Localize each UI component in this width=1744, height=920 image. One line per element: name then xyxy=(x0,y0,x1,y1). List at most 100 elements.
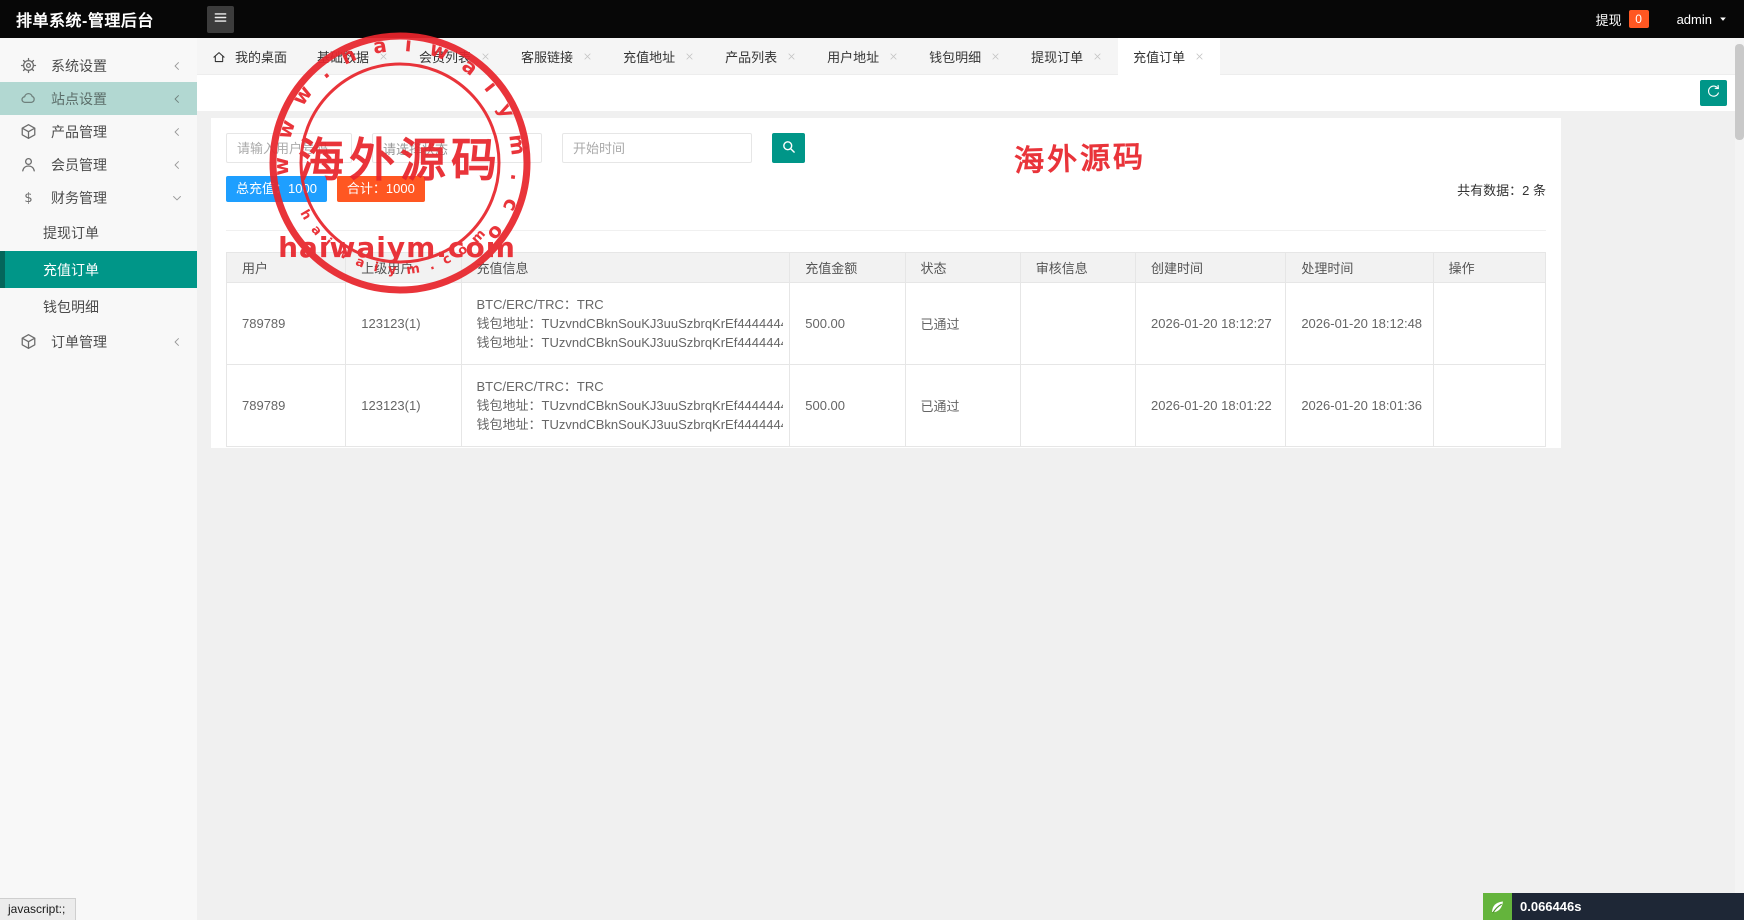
tab-item[interactable]: 客服链接 xyxy=(506,38,608,75)
sidebar-item-label: 会员管理 xyxy=(51,155,171,175)
header-right: 提现 0 admin xyxy=(1596,0,1744,38)
tab-label: 我的桌面 xyxy=(235,47,287,66)
cell-recharge-info: BTC/ERC/TRC：TRC钱包地址：TUzvndCBknSouKJ3uuSz… xyxy=(461,365,790,447)
tab-label: 会员列表 xyxy=(419,47,471,66)
recharge-info-line: BTC/ERC/TRC：TRC xyxy=(477,295,784,314)
recharge-info-line: 钱包地址：TUzvndCBknSouKJ3uuSzbrqKrEf4444444 xyxy=(477,415,784,434)
section-divider xyxy=(226,230,1546,231)
content-card: 请选择状态 总充值：1000 合计：1000 共有数据：2 条 用户上级用户充值… xyxy=(211,118,1561,448)
cell-created-at: 2026-01-20 18:01:22 xyxy=(1136,365,1286,447)
column-header: 充值金额 xyxy=(790,253,905,283)
sidebar-item-label: 站点设置 xyxy=(51,89,171,109)
tab-label: 用户地址 xyxy=(827,47,879,66)
refresh-button[interactable] xyxy=(1700,80,1727,106)
data-count: 共有数据：2 条 xyxy=(1457,180,1546,199)
filter-row: 请选择状态 xyxy=(226,133,1546,163)
cell-action xyxy=(1433,365,1545,447)
sidebar-item[interactable]: 订单管理 xyxy=(0,325,197,358)
toolbar xyxy=(197,75,1744,111)
close-icon[interactable] xyxy=(888,51,899,62)
cell-amount: 500.00 xyxy=(790,365,905,447)
user-menu[interactable]: admin xyxy=(1677,12,1728,27)
close-icon[interactable] xyxy=(378,51,389,62)
tab-bar: 我的桌面基础数据会员列表 客服链接 充值地址产品列表 用户地址 钱包明细提现订单 充值订单 xyxy=(197,38,1744,75)
search-button[interactable] xyxy=(772,133,805,163)
caret-down-icon xyxy=(1718,14,1728,24)
recharge-info-line: 钱包地址：TUzvndCBknSouKJ3uuSzbrqKrEf4444444 xyxy=(477,314,784,333)
close-icon[interactable] xyxy=(990,51,1001,62)
withdraw-count-badge: 0 xyxy=(1629,10,1649,28)
column-header: 用户 xyxy=(227,253,346,283)
user-search-input[interactable] xyxy=(226,133,352,163)
sum-badge: 合计：1000 xyxy=(337,176,425,202)
sidebar-item[interactable]: 产品管理 xyxy=(0,115,197,148)
user-name: admin xyxy=(1677,12,1712,27)
debug-trace-bar: 0.066446s xyxy=(1483,893,1744,920)
tab-item[interactable]: 充值地址 xyxy=(608,38,710,75)
chevron-left-icon xyxy=(171,159,183,171)
scrollbar-thumb[interactable] xyxy=(1735,44,1744,140)
tab-label: 产品列表 xyxy=(725,47,777,66)
cell-processed-at: 2026-01-20 18:12:48 xyxy=(1286,283,1433,365)
tab-item[interactable]: 充值订单 xyxy=(1118,38,1220,75)
sidebar-item-label: 产品管理 xyxy=(51,122,171,142)
orders-icon xyxy=(20,333,38,350)
sidebar-toggle-button[interactable] xyxy=(207,6,234,33)
column-header: 状态 xyxy=(905,253,1020,283)
sidebar-subitem[interactable]: 充值订单 xyxy=(0,251,197,288)
tab-label: 客服链接 xyxy=(521,47,573,66)
table-row: 789789123123(1)BTC/ERC/TRC：TRC钱包地址：TUzvn… xyxy=(227,283,1546,365)
caret-down-icon xyxy=(521,143,531,153)
table-row: 789789123123(1)BTC/ERC/TRC：TRC钱包地址：TUzvn… xyxy=(227,365,1546,447)
refresh-icon xyxy=(1706,84,1721,102)
svg-text:$: $ xyxy=(24,191,32,206)
sidebar-item[interactable]: $财务管理 xyxy=(0,181,197,214)
sidebar-item[interactable]: 站点设置 xyxy=(0,82,197,115)
close-icon[interactable] xyxy=(1092,51,1103,62)
tab-item[interactable]: 用户地址 xyxy=(812,38,914,75)
scrollbar-track[interactable] xyxy=(1735,38,1744,920)
column-header: 充值信息 xyxy=(461,253,790,283)
trace-leaf-icon[interactable] xyxy=(1483,893,1512,920)
product-icon xyxy=(20,123,38,140)
column-header: 上级用户 xyxy=(346,253,461,283)
chevron-left-icon xyxy=(171,60,183,72)
close-icon[interactable] xyxy=(786,51,797,62)
column-header: 处理时间 xyxy=(1286,253,1433,283)
cell-processed-at: 2026-01-20 18:01:36 xyxy=(1286,365,1433,447)
column-header: 审核信息 xyxy=(1020,253,1135,283)
tab-item[interactable]: 钱包明细 xyxy=(914,38,1016,75)
close-icon[interactable] xyxy=(684,51,695,62)
start-time-input[interactable] xyxy=(562,133,752,163)
tab-item[interactable]: 提现订单 xyxy=(1016,38,1118,75)
search-icon xyxy=(781,139,796,157)
sidebar: 系统设置站点设置产品管理会员管理 $财务管理提现订单充值订单钱包明细订单管理 xyxy=(0,38,197,920)
browser-status-text: javascript:; xyxy=(0,898,76,920)
sidebar-subitem[interactable]: 提现订单 xyxy=(0,214,197,251)
close-icon[interactable] xyxy=(1194,51,1205,62)
tab-item[interactable]: 产品列表 xyxy=(710,38,812,75)
page-duration: 0.066446s xyxy=(1512,893,1744,920)
recharge-info-line: 钱包地址：TUzvndCBknSouKJ3uuSzbrqKrEf4444444 xyxy=(477,333,784,352)
tab-label: 提现订单 xyxy=(1031,47,1083,66)
top-header: 排单系统-管理后台 提现 0 admin xyxy=(0,0,1744,38)
tab-item[interactable]: 基础数据 xyxy=(302,38,404,75)
sidebar-item[interactable]: 会员管理 xyxy=(0,148,197,181)
withdraw-link[interactable]: 提现 xyxy=(1596,10,1622,29)
close-icon[interactable] xyxy=(582,51,593,62)
status-select-placeholder: 请选择状态 xyxy=(383,139,448,158)
app-title: 排单系统-管理后台 xyxy=(0,7,197,31)
tab-item[interactable]: 会员列表 xyxy=(404,38,506,75)
site-icon xyxy=(20,90,38,107)
finance-icon: $ xyxy=(20,189,38,206)
status-select[interactable]: 请选择状态 xyxy=(372,133,542,163)
sidebar-subitem[interactable]: 钱包明细 xyxy=(0,288,197,325)
cell-parent-user: 123123(1) xyxy=(346,283,461,365)
sidebar-item[interactable]: 系统设置 xyxy=(0,49,197,82)
cell-parent-user: 123123(1) xyxy=(346,365,461,447)
chevron-left-icon xyxy=(171,336,183,348)
close-icon[interactable] xyxy=(480,51,491,62)
tab-item[interactable]: 我的桌面 xyxy=(197,38,302,75)
chevron-left-icon xyxy=(171,126,183,138)
gear-icon xyxy=(20,57,38,74)
